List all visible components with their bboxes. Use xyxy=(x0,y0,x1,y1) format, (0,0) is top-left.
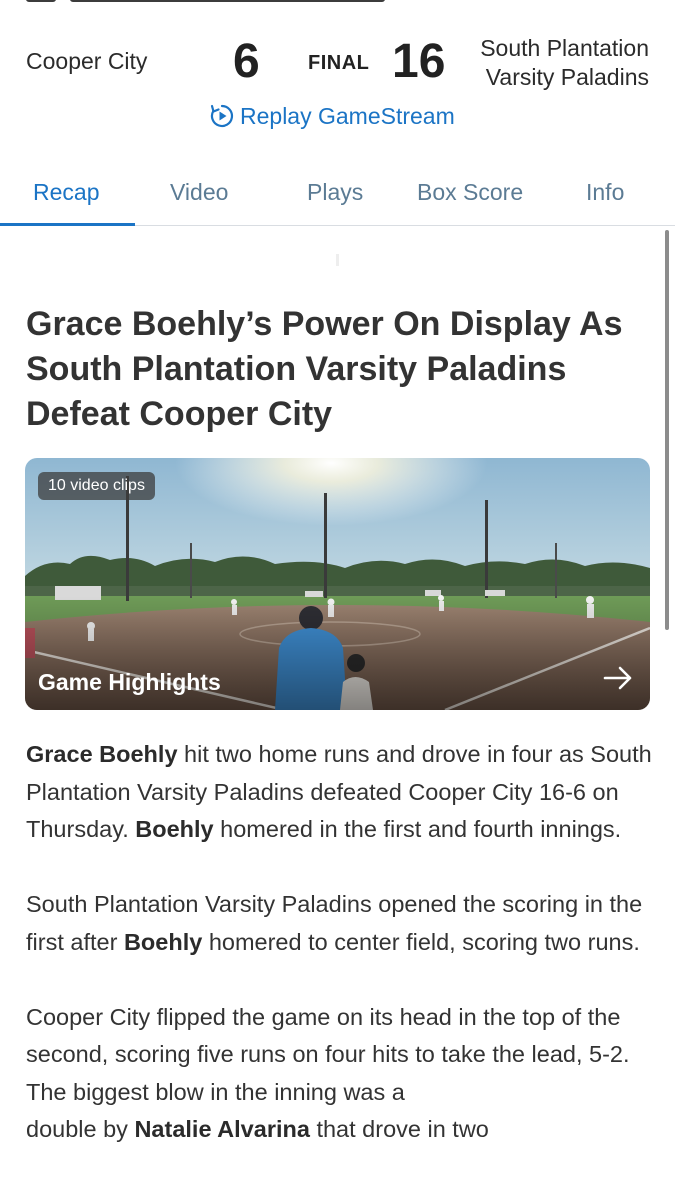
game-status: FINAL xyxy=(308,52,370,74)
recap-article: Grace Boehly hit two home runs and drove… xyxy=(26,736,656,1186)
away-team-score: 6 xyxy=(233,35,260,88)
scrollbar[interactable] xyxy=(665,230,669,630)
player-link[interactable]: Grace Boehly xyxy=(26,741,178,767)
tab-box-score[interactable]: Box Score xyxy=(417,179,523,206)
arrow-right-icon[interactable] xyxy=(602,664,634,692)
replay-gamestream-link[interactable]: Replay GameStream xyxy=(209,101,455,131)
player-link[interactable]: Boehly xyxy=(124,929,202,955)
tab-info[interactable]: Info xyxy=(586,179,624,206)
game-highlights-video-card[interactable]: 10 video clips Game Highlights xyxy=(25,458,650,710)
cut-off-top-bar xyxy=(0,0,675,6)
replay-play-icon xyxy=(209,103,235,129)
article-paragraph: South Plantation Varsity Paladins opened… xyxy=(26,891,643,955)
tab-plays[interactable]: Plays xyxy=(307,179,363,206)
replay-gamestream-label: Replay GameStream xyxy=(240,102,455,129)
home-team-name[interactable]: South Plantation Varsity Paladins xyxy=(449,34,649,92)
recap-headline: Grace Boehly’s Power On Display As South… xyxy=(26,305,623,433)
tab-recap[interactable]: Recap xyxy=(33,179,99,206)
player-link[interactable]: Natalie Alvarina xyxy=(134,1116,309,1142)
home-team-name-line1: South Plantation xyxy=(480,35,649,61)
divider xyxy=(336,254,339,266)
video-title: Game Highlights xyxy=(38,669,221,695)
tab-bar: Recap Video Plays Box Score Info xyxy=(0,162,675,226)
away-team-name[interactable]: Cooper City xyxy=(26,48,147,75)
active-tab-indicator xyxy=(0,223,135,226)
video-clips-count-badge: 10 video clips xyxy=(38,472,155,500)
article-paragraph: Cooper City flipped the game on its head… xyxy=(26,1003,630,1143)
player-link[interactable]: Boehly xyxy=(135,816,213,842)
scoreboard: Cooper City 6 FINAL 16 South Plantation … xyxy=(0,30,675,110)
article-paragraph: Grace Boehly hit two home runs and drove… xyxy=(26,741,652,842)
tab-video[interactable]: Video xyxy=(170,179,228,206)
home-team-name-line2: Varsity Paladins xyxy=(485,64,649,90)
home-team-score: 16 xyxy=(392,35,446,88)
